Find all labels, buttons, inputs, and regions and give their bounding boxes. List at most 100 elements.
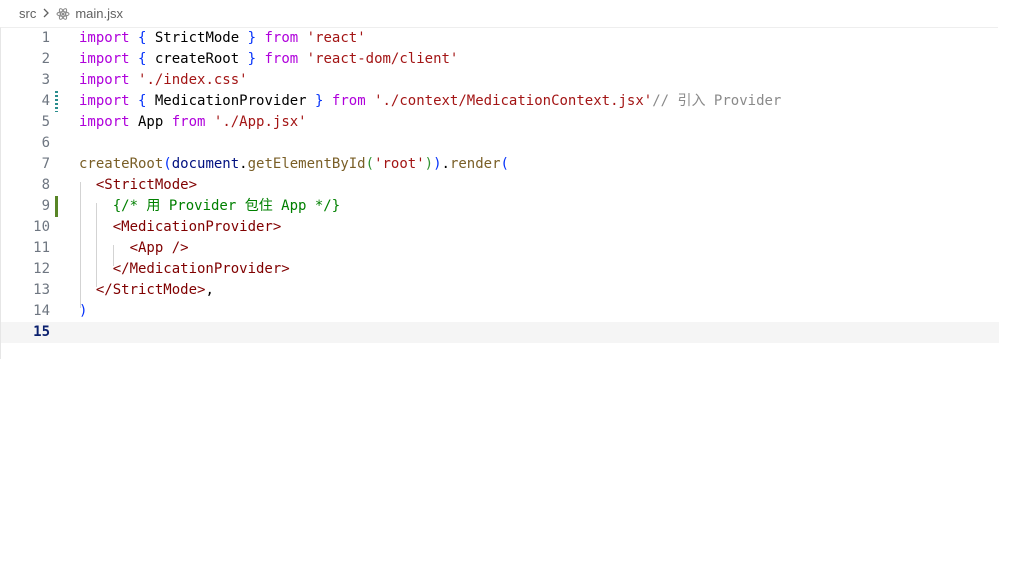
code-line[interactable]: 10 <MedicationProvider> xyxy=(1,217,999,238)
line-number: 10 xyxy=(33,219,50,235)
code-token: ) xyxy=(424,156,434,172)
code-line[interactable]: 7 createRoot(document.getElementById('roo… xyxy=(1,154,999,175)
line-number: 5 xyxy=(41,114,50,130)
code-token: from xyxy=(264,30,299,46)
code-line[interactable]: 5 import App from './App.jsx' xyxy=(1,112,999,133)
code-line[interactable]: 12 </MedicationProvider> xyxy=(1,259,999,280)
code-token: . xyxy=(239,156,248,172)
code-token: MedicationProvider xyxy=(146,93,316,109)
code-text: <MedicationProvider> xyxy=(79,217,282,238)
code-line[interactable]: 15 xyxy=(1,322,999,343)
line-number: 3 xyxy=(41,72,50,88)
code-token: <StrictMode> xyxy=(95,177,198,193)
code-token: </MedicationProvider> xyxy=(112,261,290,277)
code-line[interactable]: 1 import { StrictMode } from 'react' xyxy=(1,28,999,49)
code-token: // 引入 Provider xyxy=(652,93,782,109)
line-number: 15 xyxy=(33,324,50,340)
breadcrumb: src main.jsx xyxy=(0,0,1000,27)
line-number: 4 xyxy=(41,93,50,109)
code-token: ( xyxy=(500,156,509,172)
breadcrumb-folder[interactable]: src xyxy=(19,6,36,21)
code-text: import { StrictMode } from 'react' xyxy=(79,28,366,49)
code-text: ) xyxy=(79,301,87,322)
code-token: import xyxy=(79,114,130,130)
line-number: 9 xyxy=(41,198,50,214)
code-token: from xyxy=(331,93,366,109)
code-text: import { MedicationProvider } from './co… xyxy=(79,91,781,112)
code-text: createRoot(document.getElementById('root… xyxy=(79,154,509,175)
line-number: 14 xyxy=(33,303,50,319)
code-text: </StrictMode>, xyxy=(79,280,214,301)
code-token: ) xyxy=(79,303,88,319)
code-line[interactable]: 13 </StrictMode>, xyxy=(1,280,999,301)
code-token: createRoot xyxy=(79,156,164,172)
code-token: App xyxy=(129,114,172,130)
code-token: StrictMode xyxy=(146,30,248,46)
code-token: import xyxy=(79,30,130,46)
code-token: 'root' xyxy=(374,156,425,172)
line-number: 13 xyxy=(33,282,50,298)
code-token: </StrictMode> xyxy=(95,282,206,298)
code-token: createRoot xyxy=(146,51,248,67)
git-modified-marker[interactable] xyxy=(55,91,58,112)
code-line[interactable]: 2 import { createRoot } from 'react-dom/c… xyxy=(1,49,999,70)
code-token: ) xyxy=(433,156,442,172)
code-token: , xyxy=(205,282,214,298)
code-token: ( xyxy=(365,156,375,172)
code-token: './context/MedicationContext.jsx' xyxy=(374,93,653,109)
code-editor[interactable]: 1 import { StrictMode } from 'react' 2 impo… xyxy=(0,27,999,359)
code-token: getElementById xyxy=(247,156,366,172)
code-token: ( xyxy=(163,156,172,172)
code-token: render xyxy=(449,156,501,172)
chevron-right-icon xyxy=(42,6,50,21)
line-number: 2 xyxy=(41,51,50,67)
code-token: './index.css' xyxy=(138,72,248,88)
code-text: </MedicationProvider> xyxy=(79,259,290,280)
code-token: document xyxy=(171,156,240,172)
line-number: 11 xyxy=(33,240,50,256)
code-line[interactable]: 9 {/* 用 Provider 包住 App */} xyxy=(1,196,999,217)
code-text: import { createRoot } from 'react-dom/cl… xyxy=(79,49,458,70)
code-line[interactable]: 3 import './index.css' xyxy=(1,70,999,91)
line-number: 12 xyxy=(33,261,50,277)
line-number: 6 xyxy=(41,135,50,151)
code-line[interactable]: 6 xyxy=(1,133,999,154)
code-token: from xyxy=(171,114,206,130)
code-token: {/* 用 Provider 包住 App */} xyxy=(112,198,341,214)
code-token: './App.jsx' xyxy=(213,114,307,130)
code-token: from xyxy=(264,51,299,67)
line-number: 8 xyxy=(41,177,50,193)
react-icon xyxy=(56,7,70,21)
code-token: <App /> xyxy=(129,240,189,256)
code-token: 'react' xyxy=(306,30,366,46)
code-line[interactable]: 4 import { MedicationProvider } from './c… xyxy=(1,91,999,112)
code-line[interactable]: 11 <App /> xyxy=(1,238,999,259)
breadcrumb-file[interactable]: main.jsx xyxy=(75,6,123,21)
code-token: } xyxy=(247,51,257,67)
code-text: {/* 用 Provider 包住 App */} xyxy=(79,196,340,217)
git-added-marker[interactable] xyxy=(55,196,58,217)
code-token: import xyxy=(79,72,130,88)
code-line[interactable]: 8 <StrictMode> xyxy=(1,175,999,196)
code-text: <StrictMode> xyxy=(79,175,197,196)
code-text: import './index.css' xyxy=(79,70,248,91)
line-number: 7 xyxy=(41,156,50,172)
code-text: <App /> xyxy=(79,238,189,259)
code-line[interactable]: 14) xyxy=(1,301,999,322)
code-token: <MedicationProvider> xyxy=(112,219,282,235)
code-token: import xyxy=(79,51,130,67)
